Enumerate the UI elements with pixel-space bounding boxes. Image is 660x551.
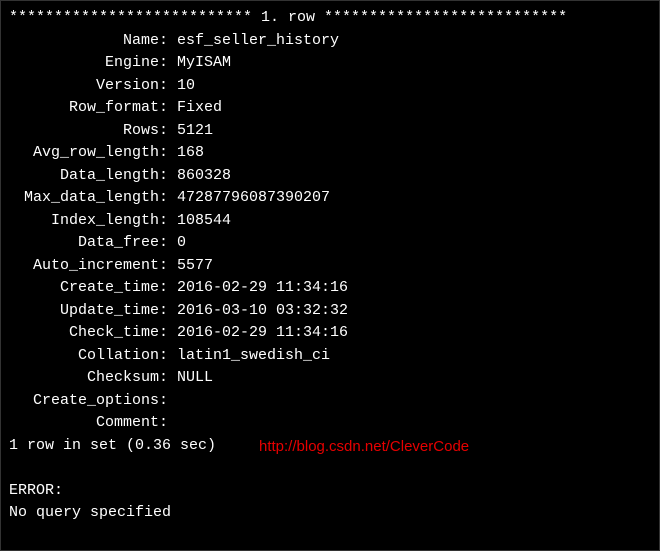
- field-value: 5577: [177, 257, 213, 274]
- field-value: 0: [177, 234, 186, 251]
- field-value: NULL: [177, 369, 213, 386]
- field-row: Index_length: 108544: [9, 210, 651, 233]
- field-value: 2016-02-29 11:34:16: [177, 324, 348, 341]
- field-row: Name: esf_seller_history: [9, 30, 651, 53]
- field-row: Data_length: 860328: [9, 165, 651, 188]
- field-row: Row_format: Fixed: [9, 97, 651, 120]
- field-row: Max_data_length: 47287796087390207: [9, 187, 651, 210]
- field-separator: :: [159, 54, 177, 71]
- field-separator: :: [159, 77, 177, 94]
- field-row: Checksum: NULL: [9, 367, 651, 390]
- row-header: *************************** 1. row *****…: [9, 7, 651, 30]
- field-label: Avg_row_length: [9, 142, 159, 165]
- error-label: ERROR:: [9, 480, 651, 503]
- field-value: 860328: [177, 167, 231, 184]
- field-separator: :: [159, 347, 177, 364]
- watermark: http://blog.csdn.net/CleverCode: [259, 436, 469, 459]
- field-separator: :: [159, 279, 177, 296]
- field-list: Name: esf_seller_historyEngine: MyISAMVe…: [9, 30, 651, 435]
- field-row: Update_time: 2016-03-10 03:32:32: [9, 300, 651, 323]
- field-row: Collation: latin1_swedish_ci: [9, 345, 651, 368]
- field-separator: :: [159, 324, 177, 341]
- field-value: 10: [177, 77, 195, 94]
- field-label: Update_time: [9, 300, 159, 323]
- blank-line: [9, 457, 651, 480]
- error-message: No query specified: [9, 502, 651, 525]
- field-separator: :: [159, 369, 177, 386]
- field-label: Data_length: [9, 165, 159, 188]
- field-label: Row_format: [9, 97, 159, 120]
- field-separator: :: [159, 167, 177, 184]
- field-label: Comment: [9, 412, 159, 435]
- field-row: Version: 10: [9, 75, 651, 98]
- field-row: Auto_increment: 5577: [9, 255, 651, 278]
- field-label: Create_options: [9, 390, 159, 413]
- field-value: Fixed: [177, 99, 222, 116]
- field-label: Checksum: [9, 367, 159, 390]
- field-value: latin1_swedish_ci: [177, 347, 330, 364]
- field-label: Create_time: [9, 277, 159, 300]
- field-value: 47287796087390207: [177, 189, 330, 206]
- field-label: Max_data_length: [9, 187, 159, 210]
- field-separator: :: [159, 144, 177, 161]
- field-row: Create_time: 2016-02-29 11:34:16: [9, 277, 651, 300]
- field-separator: :: [159, 392, 177, 409]
- field-separator: :: [159, 212, 177, 229]
- field-value: 168: [177, 144, 204, 161]
- field-row: Comment:: [9, 412, 651, 435]
- field-value: 108544: [177, 212, 231, 229]
- field-label: Version: [9, 75, 159, 98]
- field-label: Name: [9, 30, 159, 53]
- field-row: Avg_row_length: 168: [9, 142, 651, 165]
- field-separator: :: [159, 189, 177, 206]
- field-separator: :: [159, 234, 177, 251]
- field-label: Auto_increment: [9, 255, 159, 278]
- field-label: Rows: [9, 120, 159, 143]
- field-value: 2016-03-10 03:32:32: [177, 302, 348, 319]
- field-value: MyISAM: [177, 54, 231, 71]
- field-row: Rows: 5121: [9, 120, 651, 143]
- field-label: Check_time: [9, 322, 159, 345]
- field-value: 5121: [177, 122, 213, 139]
- field-label: Data_free: [9, 232, 159, 255]
- field-separator: :: [159, 99, 177, 116]
- field-row: Data_free: 0: [9, 232, 651, 255]
- field-row: Check_time: 2016-02-29 11:34:16: [9, 322, 651, 345]
- field-separator: :: [159, 414, 177, 431]
- field-label: Index_length: [9, 210, 159, 233]
- field-row: Engine: MyISAM: [9, 52, 651, 75]
- field-label: Engine: [9, 52, 159, 75]
- field-separator: :: [159, 32, 177, 49]
- field-value: esf_seller_history: [177, 32, 339, 49]
- field-value: 2016-02-29 11:34:16: [177, 279, 348, 296]
- field-separator: :: [159, 302, 177, 319]
- field-row: Create_options:: [9, 390, 651, 413]
- field-separator: :: [159, 122, 177, 139]
- field-label: Collation: [9, 345, 159, 368]
- field-separator: :: [159, 257, 177, 274]
